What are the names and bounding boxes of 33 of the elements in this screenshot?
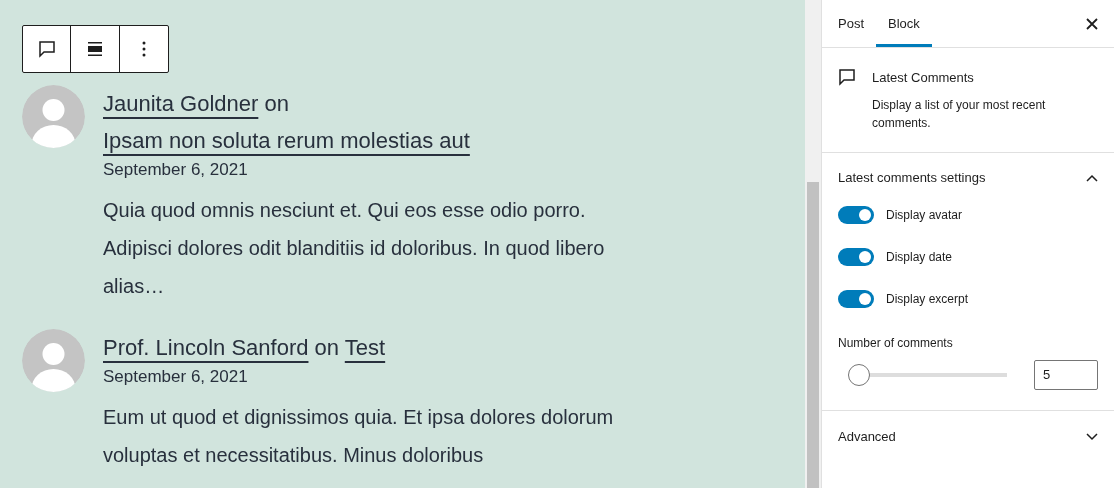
- comment-date: September 6, 2021: [103, 159, 249, 181]
- comment-icon: [838, 68, 856, 86]
- comment-excerpt: Quia quod omnis nesciunt et. Qui eos esse odio porro. Adipisci dolores odit blanditiis id doloribus. In quod libero alias…: [103, 198, 606, 299]
- avatar-icon: [22, 329, 85, 392]
- panel-header[interactable]: Latest comments settings: [838, 152, 1098, 203]
- toggle-switch[interactable]: [838, 289, 874, 308]
- author-link[interactable]: Jaunita Goldner: [103, 91, 259, 116]
- number-input[interactable]: 5: [1034, 359, 1098, 390]
- toggle-switch[interactable]: [838, 247, 874, 266]
- comment-heading: Prof. Lincoln Sanford on Test: [103, 334, 387, 362]
- post-link[interactable]: Test: [344, 335, 386, 360]
- post-link[interactable]: Ipsam non soluta rerum molestias aut: [103, 128, 470, 153]
- block-description: Display a list of your most recent comments.: [872, 96, 1047, 132]
- author-link[interactable]: Prof. Lincoln Sanford: [103, 335, 309, 360]
- toggle-switch[interactable]: [838, 205, 874, 224]
- toggle-label: Display excerpt: [886, 290, 969, 308]
- chevron-icon: [1086, 432, 1098, 441]
- scrollbar-thumb[interactable]: [807, 182, 820, 488]
- avatar-icon: [22, 85, 85, 148]
- sidebar-tab[interactable]: Block: [876, 0, 932, 47]
- comment-date: September 6, 2021: [103, 366, 249, 388]
- comment-excerpt: Eum ut quod et dignissimos quia. Et ipsa dolores dolorum voluptas et necessitatibus. Minus doloribus: [103, 405, 615, 468]
- toggle-label: Display avatar: [886, 206, 963, 224]
- panel-header[interactable]: Advanced: [822, 410, 1114, 463]
- chevron-icon: [1086, 173, 1098, 182]
- comment-heading: Jaunita Goldner on Ipsam non soluta rerum molestias aut: [103, 90, 471, 155]
- sidebar-tab[interactable]: Post: [826, 0, 876, 47]
- close-icon[interactable]: [1086, 17, 1098, 30]
- toggle-label: Display date: [886, 248, 953, 266]
- slider-thumb[interactable]: [848, 363, 871, 386]
- scrollbar[interactable]: [805, 0, 821, 488]
- block-title: Latest Comments: [872, 69, 975, 87]
- field-label: Number of comments: [838, 334, 954, 352]
